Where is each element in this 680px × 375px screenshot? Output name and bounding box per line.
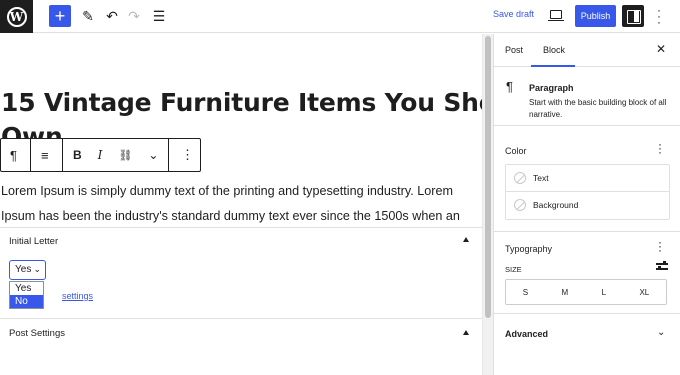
panel-title: Typography: [505, 244, 553, 254]
tab-block[interactable]: Block: [543, 45, 565, 55]
font-size-xl[interactable]: XL: [639, 288, 649, 297]
typography-panel: Typography · · · SIZE S M L XL: [494, 232, 680, 314]
color-item-group: Text Background: [505, 164, 670, 220]
bold-button[interactable]: B: [73, 148, 82, 162]
color-panel: Color · · · Text Background: [494, 134, 680, 232]
color-item-background[interactable]: Background: [506, 192, 669, 219]
tab-post[interactable]: Post: [505, 45, 523, 55]
panel-options-icon[interactable]: · · ·: [658, 138, 662, 158]
block-description: Start with the basic building block of a…: [529, 98, 667, 119]
settings-sidebar-toggle-icon[interactable]: [622, 5, 644, 27]
tools-pencil-icon[interactable]: ✎: [80, 5, 96, 27]
initial-letter-select[interactable]: Yes ⌄: [9, 260, 46, 280]
font-size-picker: S M L XL: [505, 279, 667, 305]
metabox-title: Initial Letter: [9, 236, 59, 247]
color-item-text[interactable]: Text: [506, 165, 669, 192]
panel-options-icon[interactable]: · · ·: [658, 236, 662, 256]
undo-icon[interactable]: ↶: [104, 5, 120, 27]
font-size-l[interactable]: L: [602, 288, 606, 297]
font-size-s[interactable]: S: [523, 288, 528, 297]
select-dropdown-list: Yes No: [9, 281, 44, 309]
active-tab-indicator: [531, 65, 575, 67]
advanced-panel[interactable]: Advanced ⌄: [494, 317, 680, 351]
collapse-caret-icon[interactable]: [463, 237, 469, 242]
paragraph-icon[interactable]: ¶: [10, 148, 17, 163]
initial-letter-metabox: Initial Letter: [0, 227, 482, 317]
chevron-down-icon: ⌄: [657, 327, 666, 338]
color-item-label: Text: [533, 173, 549, 183]
custom-size-settings-icon[interactable]: [656, 261, 668, 271]
size-label: SIZE: [505, 265, 522, 274]
close-icon[interactable]: ✕: [656, 42, 666, 56]
dropdown-option-no[interactable]: No: [10, 295, 43, 308]
settings-sidebar: Post Block ✕ ¶ Paragraph Start with the …: [493, 34, 680, 375]
wordpress-icon: W: [6, 6, 27, 27]
block-card: ¶ Paragraph Start with the basic buildin…: [494, 68, 680, 126]
panel-title: Advanced: [505, 329, 549, 339]
select-value: Yes: [15, 264, 32, 275]
post-settings-metabox: Post Settings: [0, 318, 482, 348]
scrollbar-thumb[interactable]: [485, 36, 491, 318]
chevron-down-icon[interactable]: ⌄: [148, 148, 158, 162]
editor-scrollbar[interactable]: [482, 34, 493, 375]
dropdown-option-yes[interactable]: Yes: [10, 282, 43, 295]
publish-button[interactable]: Publish: [575, 5, 616, 27]
block-toolbar: ¶ ≡ B I ⛓ ⌄ ⋮: [0, 138, 201, 172]
document-overview-icon[interactable]: ☰: [151, 5, 167, 27]
empty-swatch-icon: [514, 172, 526, 184]
add-block-button[interactable]: +: [49, 5, 71, 27]
sidebar-tabs: Post Block ✕: [494, 34, 680, 67]
collapse-caret-icon[interactable]: [463, 330, 469, 335]
redo-icon[interactable]: ↷: [126, 5, 142, 27]
settings-link[interactable]: settings: [62, 291, 93, 301]
align-text-icon[interactable]: ≡: [41, 148, 49, 163]
color-item-label: Background: [533, 200, 579, 210]
font-size-m[interactable]: M: [561, 288, 568, 297]
block-options-icon[interactable]: ⋮: [181, 147, 194, 163]
preview-icon[interactable]: [548, 10, 564, 21]
wordpress-logo-button[interactable]: W: [0, 0, 33, 33]
options-menu-icon[interactable]: · · ·: [657, 4, 661, 28]
save-draft-button[interactable]: Save draft: [493, 9, 534, 19]
chevron-down-icon: ⌄: [33, 264, 41, 274]
post-title-line: 15 Vintage Furniture Items You Should: [1, 88, 482, 117]
link-icon[interactable]: ⛓: [118, 149, 132, 162]
empty-swatch-icon: [514, 199, 526, 211]
editor-topbar: W + ✎ ↶ ↷ ☰ Save draft Publish · · ·: [0, 0, 680, 33]
block-name: Paragraph: [529, 83, 574, 93]
paragraph-icon: ¶: [506, 79, 513, 94]
italic-button[interactable]: I: [98, 148, 103, 162]
panel-title: Color: [505, 146, 527, 156]
metabox-title: Post Settings: [9, 328, 65, 339]
